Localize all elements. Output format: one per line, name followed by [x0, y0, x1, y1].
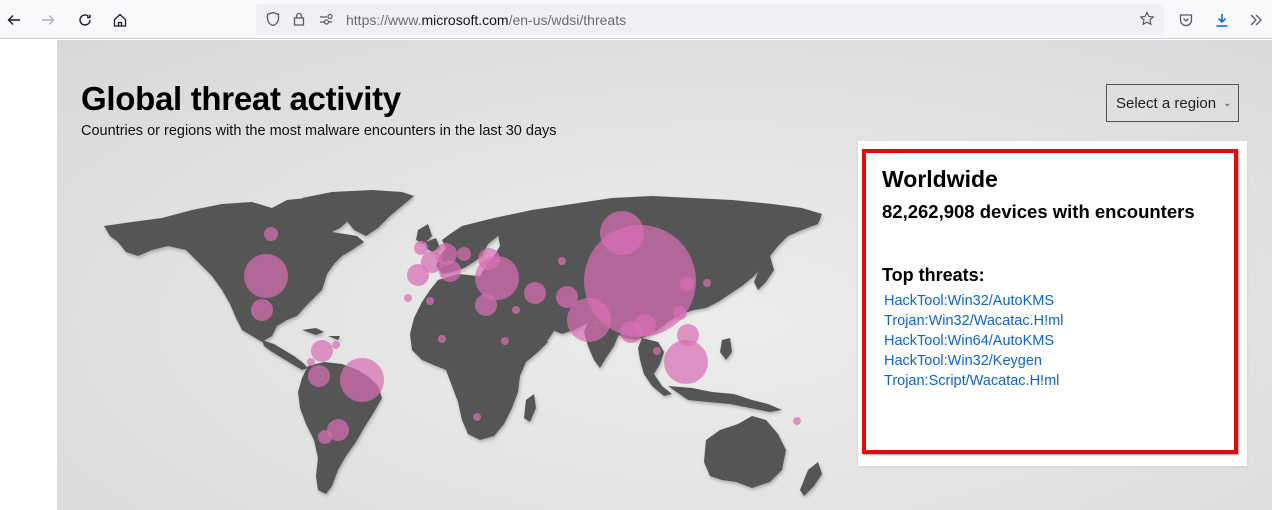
url-path: /en-us/wdsi/threats	[508, 12, 627, 28]
threat-bubble-nigeria[interactable]	[438, 335, 446, 343]
back-button[interactable]	[0, 6, 28, 34]
bookmark-star-icon[interactable]	[1139, 11, 1155, 27]
land-philippines	[720, 338, 732, 360]
threat-bubble-united-kingdom[interactable]	[414, 241, 428, 255]
threat-bubble-pakistan[interactable]	[556, 286, 578, 308]
threat-bubble-ethiopia[interactable]	[501, 337, 509, 345]
threat-bubble-ecuador[interactable]	[307, 358, 315, 366]
threat-map-section: Global threat activity Countries or regi…	[57, 40, 1272, 510]
lock-icon[interactable]	[291, 11, 307, 27]
threat-bubble-ukraine[interactable]	[478, 248, 500, 270]
shield-icon[interactable]	[265, 11, 281, 27]
devices-count: 82,262,908 devices with encounters	[882, 201, 1195, 222]
threat-bubble-mexico[interactable]	[251, 299, 273, 321]
region-select-label: Select a region	[1116, 94, 1217, 112]
browser-toolbar: https://www.microsoft.com/en-us/wdsi/thr…	[0, 0, 1272, 39]
threat-bubble-south-africa[interactable]	[473, 413, 481, 421]
threat-link[interactable]: HackTool:Win32/Keygen	[884, 353, 1042, 369]
downloads-button[interactable]	[1208, 6, 1236, 34]
page-subtitle: Countries or regions with the most malwa…	[81, 123, 557, 139]
land-madagascar	[524, 394, 536, 422]
forward-icon	[42, 15, 55, 25]
threat-bubble-south-korea[interactable]	[680, 277, 694, 291]
threat-bubble-thailand[interactable]	[620, 321, 642, 343]
url-domain: microsoft.com	[421, 12, 509, 28]
threat-bubble-morocco[interactable]	[404, 294, 412, 302]
land-australia	[704, 416, 786, 488]
threat-bubble-philippines[interactable]	[677, 324, 699, 346]
threat-link[interactable]: Trojan:Win32/Wacatac.H!ml	[884, 313, 1063, 329]
threat-bubble-taiwan[interactable]	[673, 306, 687, 320]
threat-bubble-italy[interactable]	[439, 260, 461, 282]
threat-bubble-malaysia[interactable]	[653, 347, 661, 355]
land-masses	[104, 190, 822, 496]
threat-bubble-egypt[interactable]	[475, 294, 497, 316]
pocket-icon	[1179, 14, 1193, 27]
threat-link[interactable]: HackTool:Win32/AutoKMS	[884, 293, 1054, 309]
page-title: Global threat activity	[81, 80, 401, 117]
threat-bubble-united-states[interactable]	[244, 254, 288, 298]
threat-link[interactable]: HackTool:Win64/AutoKMS	[884, 333, 1054, 349]
page-content: Global threat activity Countries or regi…	[0, 40, 1272, 510]
url-text[interactable]: https://www.microsoft.com/en-us/wdsi/thr…	[346, 12, 626, 28]
panel-region-name: Worldwide	[882, 166, 998, 192]
threat-item: HackTool:Win64/AutoKMS	[884, 331, 1063, 351]
threat-bubble-venezuela[interactable]	[332, 341, 340, 349]
region-info-panel: Worldwide 82,262,908 devices with encoun…	[858, 141, 1247, 466]
threat-bubble-russia[interactable]	[600, 211, 644, 255]
threat-bubble-japan[interactable]	[703, 279, 711, 287]
url-bar[interactable]: https://www.microsoft.com/en-us/wdsi/thr…	[256, 4, 1164, 35]
top-threats-list: HackTool:Win32/AutoKMS Trojan:Win32/Waca…	[884, 291, 1063, 391]
threat-bubble-algeria[interactable]	[426, 297, 434, 305]
threat-bubble-spain[interactable]	[407, 264, 429, 286]
threat-bubble-brazil[interactable]	[340, 358, 384, 402]
threat-bubble-canada[interactable]	[264, 227, 278, 241]
threat-bubble-saudi-arabia[interactable]	[512, 306, 520, 314]
land-caribbean	[302, 328, 340, 340]
threat-bubble-indonesia[interactable]	[664, 340, 708, 384]
land-new-zealand	[800, 462, 822, 496]
region-select-dropdown[interactable]: Select a region ⌄	[1106, 84, 1239, 122]
pocket-button[interactable]	[1172, 6, 1200, 34]
chevron-down-icon: ⌄	[1223, 97, 1232, 109]
overflow-chevrons-icon	[1250, 14, 1262, 26]
world-map[interactable]	[102, 190, 842, 500]
threat-bubble-peru[interactable]	[308, 365, 330, 387]
home-button[interactable]	[106, 6, 134, 34]
top-threats-heading: Top threats:	[882, 265, 985, 285]
threat-bubble-colombia[interactable]	[311, 340, 333, 362]
reload-icon	[79, 14, 91, 26]
land-indonesia	[668, 386, 782, 412]
url-prefix: https://www.	[346, 12, 422, 28]
back-icon	[7, 15, 20, 25]
permissions-icon[interactable]	[318, 11, 334, 27]
threat-bubble-australia[interactable]	[793, 417, 801, 425]
threat-bubble-chile[interactable]	[318, 430, 332, 444]
threat-item: HackTool:Win32/AutoKMS	[884, 291, 1063, 311]
forward-button[interactable]	[34, 6, 62, 34]
threat-item: Trojan:Script/Wacatac.H!ml	[884, 371, 1063, 391]
land-central-america	[262, 340, 308, 370]
overflow-menu-button[interactable]	[1242, 6, 1270, 34]
reload-button[interactable]	[71, 6, 99, 34]
threat-link[interactable]: Trojan:Script/Wacatac.H!ml	[884, 373, 1059, 389]
threat-bubble-kazakhstan[interactable]	[558, 257, 566, 265]
threat-bubble-iran[interactable]	[524, 282, 546, 304]
land-north-america	[104, 198, 364, 342]
download-icon	[1216, 14, 1228, 27]
threat-item: HackTool:Win32/Keygen	[884, 351, 1063, 371]
home-icon	[113, 13, 127, 27]
threat-item: Trojan:Win32/Wacatac.H!ml	[884, 311, 1063, 331]
threat-bubble-poland[interactable]	[457, 247, 471, 261]
